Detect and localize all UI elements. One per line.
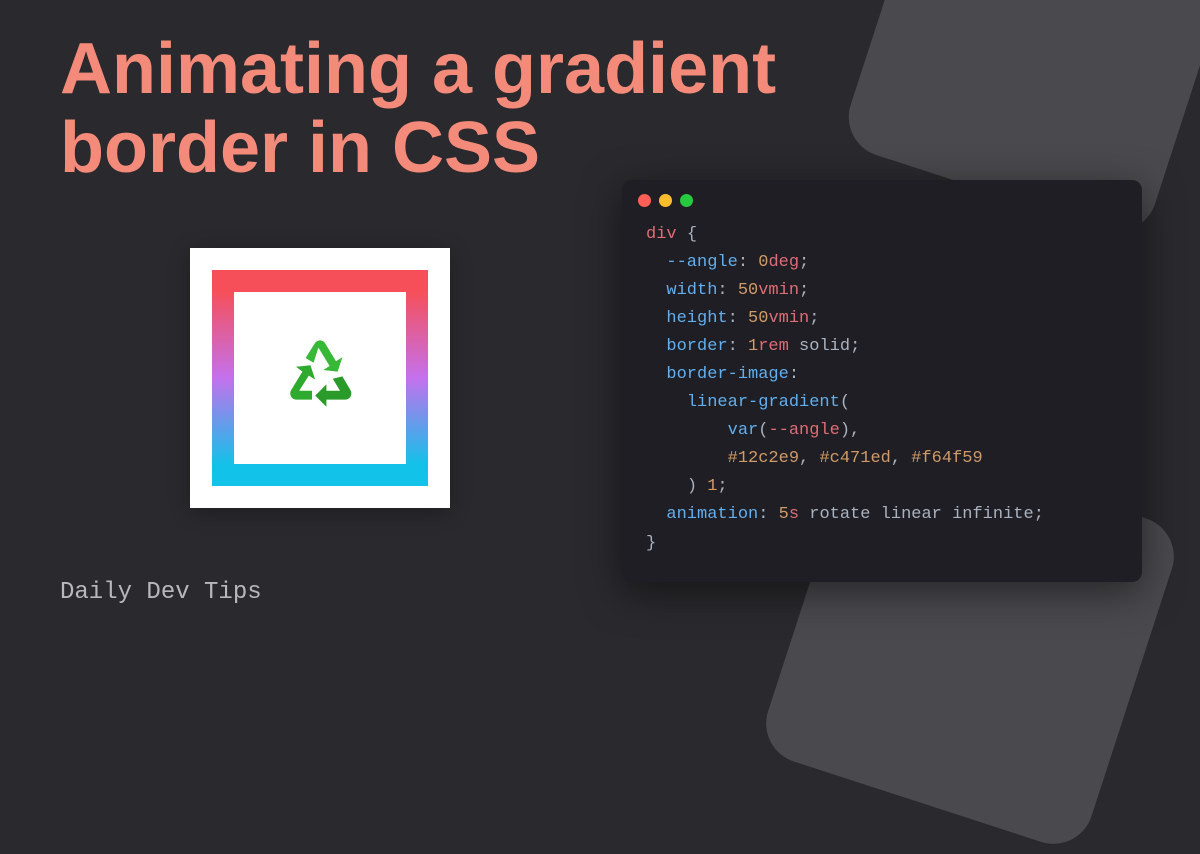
window-maximize-icon (680, 194, 693, 207)
footer-brand: Daily Dev Tips (60, 579, 262, 606)
gradient-border-demo (190, 248, 450, 508)
window-close-icon (638, 194, 651, 207)
recycle-icon (280, 338, 360, 418)
code-snippet-window: div { --angle: 0deg; width: 50vmin; heig… (622, 180, 1142, 582)
gradient-border-inner (212, 270, 428, 486)
window-controls (622, 180, 1142, 217)
code-selector: div (646, 225, 677, 244)
code-content: div { --angle: 0deg; width: 50vmin; heig… (622, 217, 1142, 562)
page-title: Animating a gradient border in CSS (60, 30, 960, 188)
window-minimize-icon (659, 194, 672, 207)
